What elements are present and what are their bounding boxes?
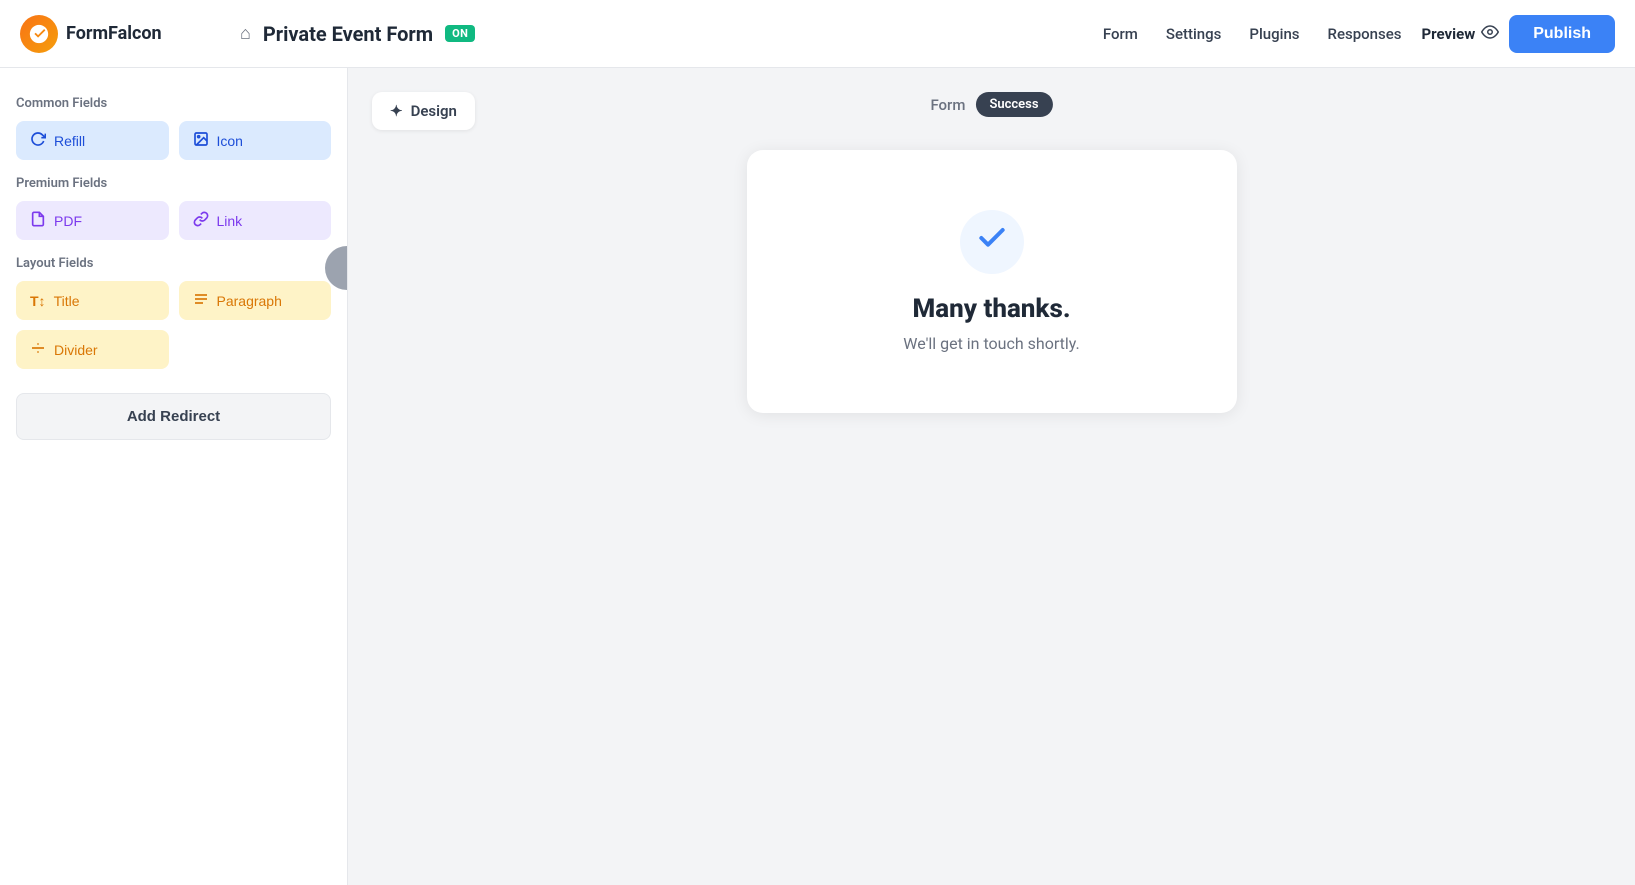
title-label: Title: [54, 293, 80, 309]
paragraph-field-btn[interactable]: Paragraph: [179, 281, 332, 320]
divider-field-btn[interactable]: Divider: [16, 330, 169, 369]
logo-name: FormFalcon: [66, 23, 162, 44]
refill-label: Refill: [54, 133, 85, 149]
check-circle: [960, 210, 1024, 274]
form-success-toggle: Form Success: [930, 92, 1052, 117]
sidebar: Common Fields Refill: [0, 68, 348, 885]
layout-fields-grid: T↕ Title Paragraph: [16, 281, 331, 369]
preview-button[interactable]: Preview: [1422, 23, 1500, 45]
pdf-field-btn[interactable]: PDF: [16, 201, 169, 240]
add-redirect-button[interactable]: Add Redirect: [16, 393, 331, 440]
refill-icon: [30, 131, 46, 150]
success-badge[interactable]: Success: [975, 92, 1052, 117]
logo-icon: [20, 15, 58, 53]
design-tab[interactable]: ✦ Design: [372, 92, 475, 130]
success-card: Many thanks. We'll get in touch shortly.: [747, 150, 1237, 413]
form-toggle-label[interactable]: Form: [930, 96, 965, 114]
icon-label: Icon: [217, 133, 243, 149]
image-icon: [193, 131, 209, 150]
success-subtitle: We'll get in touch shortly.: [903, 334, 1080, 353]
divider-label: Divider: [54, 342, 98, 358]
link-field-btn[interactable]: Link: [179, 201, 332, 240]
layout-fields-label: Layout Fields: [16, 256, 331, 271]
divider-icon: [30, 340, 46, 359]
home-icon[interactable]: ⌂: [240, 23, 251, 44]
premium-fields-label: Premium Fields: [16, 176, 331, 191]
nav-form[interactable]: Form: [1103, 25, 1138, 43]
nav-settings[interactable]: Settings: [1166, 25, 1222, 43]
top-nav: FormFalcon ⌂ Private Event Form ON Form …: [0, 0, 1635, 68]
paragraph-label: Paragraph: [217, 293, 282, 309]
nav-plugins[interactable]: Plugins: [1249, 25, 1299, 43]
design-tab-label: Design: [411, 102, 457, 120]
title-field-btn[interactable]: T↕ Title: [16, 281, 169, 320]
link-icon: [193, 211, 209, 230]
header-center: ⌂ Private Event Form ON: [240, 22, 1103, 46]
on-badge: ON: [445, 25, 475, 42]
form-title: Private Event Form: [263, 22, 433, 46]
link-label: Link: [217, 213, 243, 229]
nav-responses[interactable]: Responses: [1328, 25, 1402, 43]
pdf-icon: [30, 211, 46, 230]
paragraph-icon: [193, 291, 209, 310]
preview-label: Preview: [1422, 25, 1476, 43]
pdf-label: PDF: [54, 213, 82, 229]
nav-links: Form Settings Plugins Responses: [1103, 25, 1402, 43]
content-area: ✦ Design Form Success Many thanks. We'll…: [348, 68, 1635, 885]
wand-icon: ✦: [390, 102, 403, 120]
logo-area: FormFalcon: [20, 15, 220, 53]
common-fields-label: Common Fields: [16, 96, 331, 111]
publish-button[interactable]: Publish: [1509, 15, 1615, 53]
eye-icon: [1481, 23, 1499, 45]
check-icon: [976, 222, 1008, 262]
success-title: Many thanks.: [912, 294, 1070, 324]
premium-fields-grid: PDF Link: [16, 201, 331, 240]
main-layout: Common Fields Refill: [0, 68, 1635, 885]
title-icon: T↕: [30, 293, 46, 309]
refill-field-btn[interactable]: Refill: [16, 121, 169, 160]
common-fields-grid: Refill Icon: [16, 121, 331, 160]
icon-field-btn[interactable]: Icon: [179, 121, 332, 160]
